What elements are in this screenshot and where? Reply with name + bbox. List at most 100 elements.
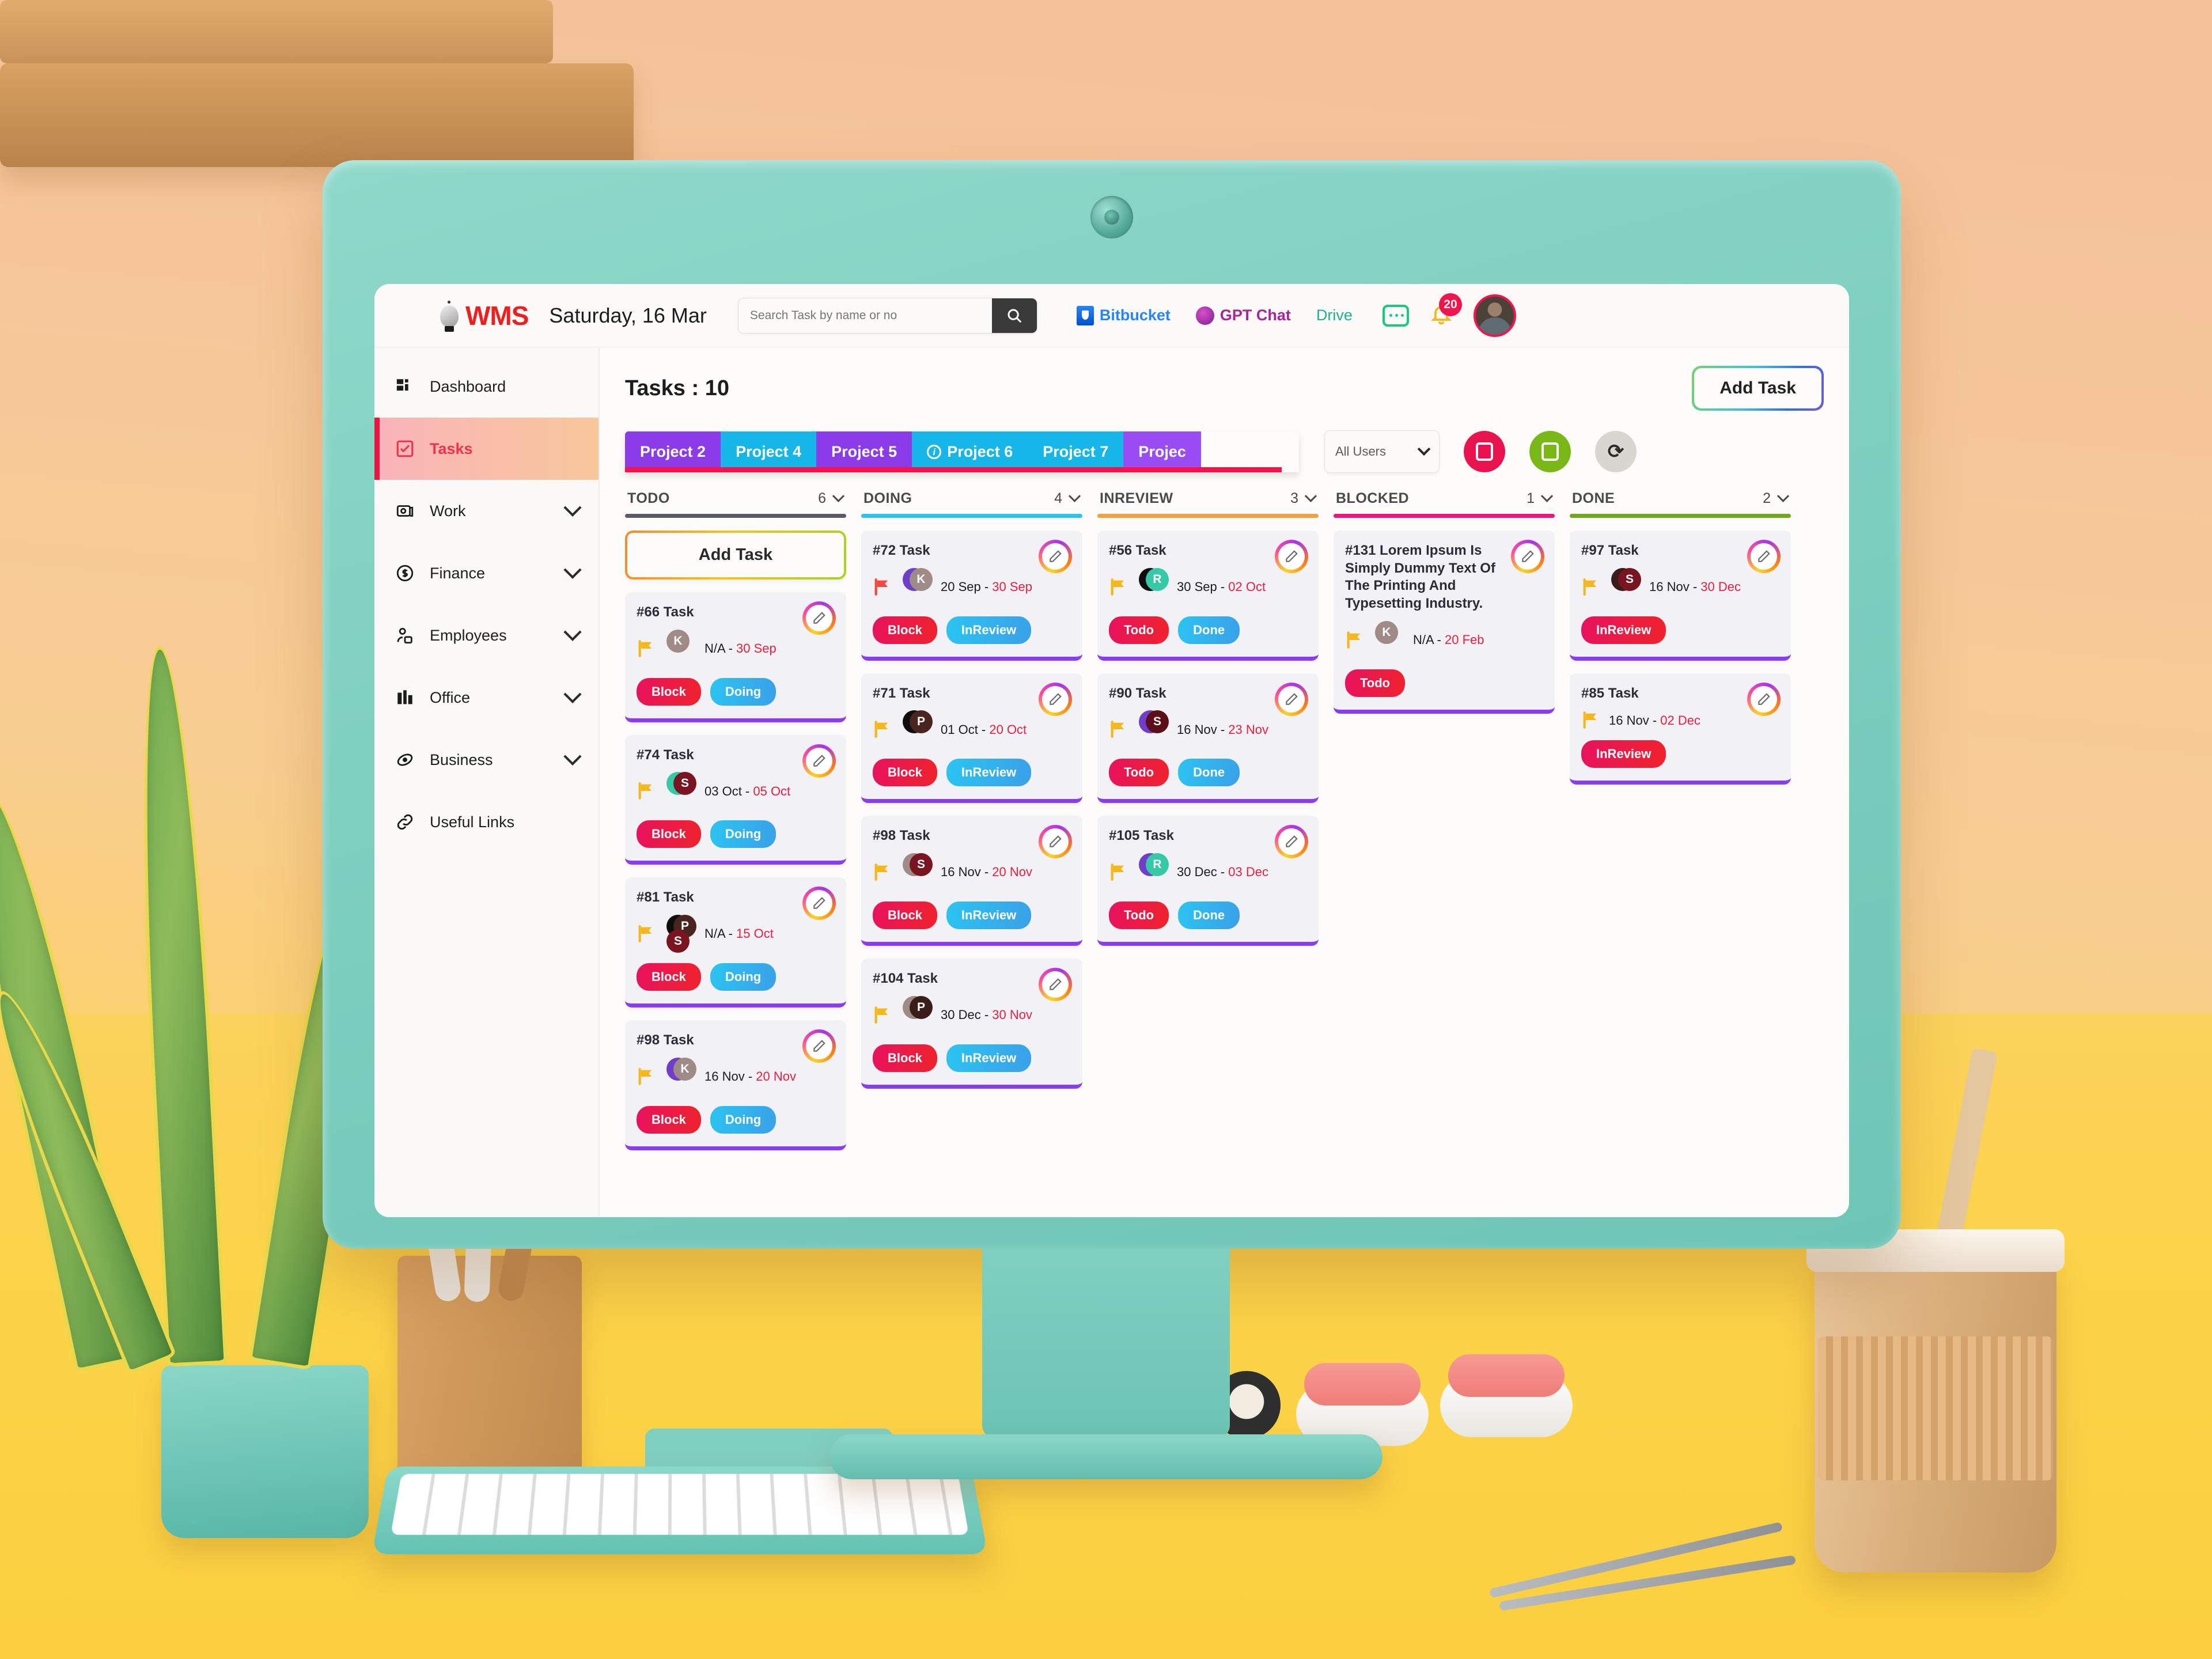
task-date-from: N/A - — [1413, 632, 1445, 647]
assignee-avatars: GP — [900, 710, 933, 748]
task-action-todo[interactable]: Todo — [1109, 759, 1169, 787]
task-action-done[interactable]: Done — [1178, 759, 1240, 787]
edit-task-button[interactable] — [1275, 540, 1308, 573]
task-action-done[interactable]: Done — [1178, 616, 1240, 644]
task-action-doing[interactable]: Doing — [710, 820, 777, 849]
column-add-task-button[interactable]: Add Task — [625, 531, 846, 579]
task-card[interactable]: #74 TaskRS03 Oct - 05 OctBlockDoing — [625, 734, 846, 865]
edit-task-button[interactable] — [1039, 968, 1072, 1002]
task-card[interactable]: #72 TaskDK20 Sep - 30 SepBlockInReview — [861, 531, 1082, 661]
sidebar-item-business[interactable]: Business — [374, 729, 599, 791]
edit-task-button[interactable] — [1275, 682, 1308, 716]
task-actions: Todo Done — [1109, 759, 1307, 787]
search-input[interactable] — [738, 298, 992, 333]
task-card[interactable]: #56 TaskGR30 Sep - 02 OctTodoDone — [1097, 531, 1319, 661]
task-action-todo[interactable]: Todo — [1109, 616, 1169, 644]
task-card[interactable]: #71 TaskGP01 Oct - 20 OctBlockInReview — [861, 673, 1082, 804]
chevron-down-icon[interactable] — [1540, 490, 1554, 502]
sidebar-item-finance[interactable]: Finance — [374, 542, 599, 604]
task-card[interactable]: #97 TaskPS16 Nov - 30 DecInReview — [1570, 531, 1791, 661]
task-action-done[interactable]: Done — [1178, 902, 1240, 930]
export-red-button[interactable] — [1464, 431, 1505, 472]
link-drive[interactable]: Drive — [1316, 306, 1353, 324]
sidebar-item-dashboard[interactable]: Dashboard — [374, 355, 599, 418]
assignee-avatars: DK — [900, 567, 933, 606]
sidebar-item-office[interactable]: Office — [374, 666, 599, 729]
task-action-block[interactable]: Block — [637, 820, 701, 849]
sidebar-item-useful-links-label: Useful Links — [430, 813, 515, 831]
task-action-todo[interactable]: Todo — [1109, 902, 1169, 930]
task-action-inreview[interactable]: InReview — [1581, 740, 1666, 768]
task-action-block[interactable]: Block — [873, 1044, 937, 1072]
link-bitbucket[interactable]: Bitbucket — [1076, 305, 1171, 325]
sidebar-item-employees[interactable]: Employees — [374, 604, 599, 666]
brand-logo[interactable]: WMS — [437, 300, 529, 332]
notifications-button[interactable]: 20 — [1430, 293, 1462, 329]
user-avatar[interactable] — [1473, 294, 1516, 337]
edit-task-button[interactable] — [802, 1029, 836, 1063]
current-date: Saturday, 16 Mar — [549, 303, 707, 327]
task-action-block[interactable]: Block — [873, 616, 937, 644]
add-task-button[interactable]: Add Task — [1692, 366, 1824, 411]
search-button[interactable] — [991, 298, 1037, 333]
column-rule — [625, 514, 846, 518]
task-date-to: 30 Sep — [992, 579, 1033, 594]
project-tab-6[interactable]: Projec — [1123, 431, 1201, 472]
task-action-inreview[interactable]: InReview — [946, 902, 1032, 930]
sidebar-item-work[interactable]: Work — [374, 480, 599, 542]
task-action-block[interactable]: Block — [637, 1105, 701, 1134]
chevron-down-icon[interactable] — [832, 490, 845, 502]
task-card[interactable]: #81 TaskGPSN/A - 15 OctBlockDoing — [625, 877, 846, 1008]
chevron-down-icon[interactable] — [1777, 490, 1790, 502]
task-action-doing[interactable]: Doing — [710, 963, 777, 991]
main-content: Tasks : 10 Add Task Project 2 Project 4 Pr… — [599, 347, 1849, 1217]
edit-task-button[interactable] — [1511, 540, 1544, 573]
task-card[interactable]: #98 TaskKS16 Nov - 20 NovBlockInReview — [861, 816, 1082, 946]
task-card[interactable]: #104 TaskKP30 Dec - 30 NovBlockInReview — [861, 959, 1082, 1089]
task-action-inreview[interactable]: InReview — [946, 616, 1032, 644]
sidebar-item-tasks[interactable]: Tasks — [374, 418, 599, 480]
export-green-button[interactable] — [1529, 431, 1571, 472]
task-card[interactable]: #98 TaskBK16 Nov - 20 NovBlockDoing — [625, 1020, 846, 1150]
task-card[interactable]: #90 TaskBS16 Nov - 23 NovTodoDone — [1097, 673, 1319, 804]
edit-task-button[interactable] — [802, 744, 836, 778]
task-card[interactable]: #105 TaskBR30 Dec - 03 DecTodoDone — [1097, 816, 1319, 946]
edit-task-button[interactable] — [802, 601, 836, 635]
task-action-inreview[interactable]: InReview — [946, 1044, 1032, 1072]
chevron-down-icon — [563, 498, 582, 517]
task-card[interactable]: #131 Lorem Ipsum Is Simply Dummy Text Of… — [1334, 531, 1555, 714]
project-tab-3[interactable]: Project 5 — [816, 431, 912, 472]
link-gpt-chat[interactable]: GPT Chat — [1195, 306, 1291, 325]
task-action-block[interactable]: Block — [873, 902, 937, 930]
edit-task-button[interactable] — [1039, 540, 1072, 573]
user-filter-select[interactable]: All Users — [1324, 430, 1440, 473]
task-action-doing[interactable]: Doing — [710, 1105, 777, 1134]
task-action-block[interactable]: Block — [873, 759, 937, 787]
keyboard[interactable] — [372, 1466, 988, 1555]
task-action-todo[interactable]: Todo — [1345, 669, 1406, 697]
avatar: P — [910, 995, 933, 1019]
chevron-down-icon[interactable] — [1304, 490, 1317, 502]
task-card[interactable]: #85 Task 16 Nov - 02 Dec InReview — [1570, 673, 1791, 785]
search-bar[interactable] — [737, 297, 1037, 334]
project-tab-5[interactable]: Project 7 — [1028, 431, 1124, 472]
chat-icon[interactable] — [1382, 304, 1409, 327]
project-tab-1[interactable]: Project 2 — [625, 431, 721, 472]
task-action-block[interactable]: Block — [637, 963, 701, 991]
project-tab-4[interactable]: i Project 6 — [912, 431, 1028, 472]
edit-task-button[interactable] — [1039, 682, 1072, 716]
chevron-down-icon[interactable] — [1068, 490, 1081, 502]
task-card[interactable]: #66 Task K N/A - 30 Sep Block Doing — [625, 592, 846, 722]
edit-task-button[interactable] — [1747, 540, 1781, 573]
task-action-inreview[interactable]: InReview — [1581, 616, 1666, 644]
task-action-doing[interactable]: Doing — [710, 677, 777, 706]
task-action-block[interactable]: Block — [637, 677, 701, 706]
project-tab-2[interactable]: Project 4 — [721, 431, 817, 472]
task-actions: Block Doing — [637, 820, 835, 849]
avatar: K — [1375, 620, 1398, 644]
edit-task-button[interactable] — [1747, 682, 1781, 716]
column-rule — [1097, 514, 1319, 518]
sidebar-item-useful-links[interactable]: Useful Links — [374, 791, 599, 853]
refresh-button[interactable]: ⟳ — [1595, 431, 1637, 472]
task-action-inreview[interactable]: InReview — [946, 759, 1032, 787]
